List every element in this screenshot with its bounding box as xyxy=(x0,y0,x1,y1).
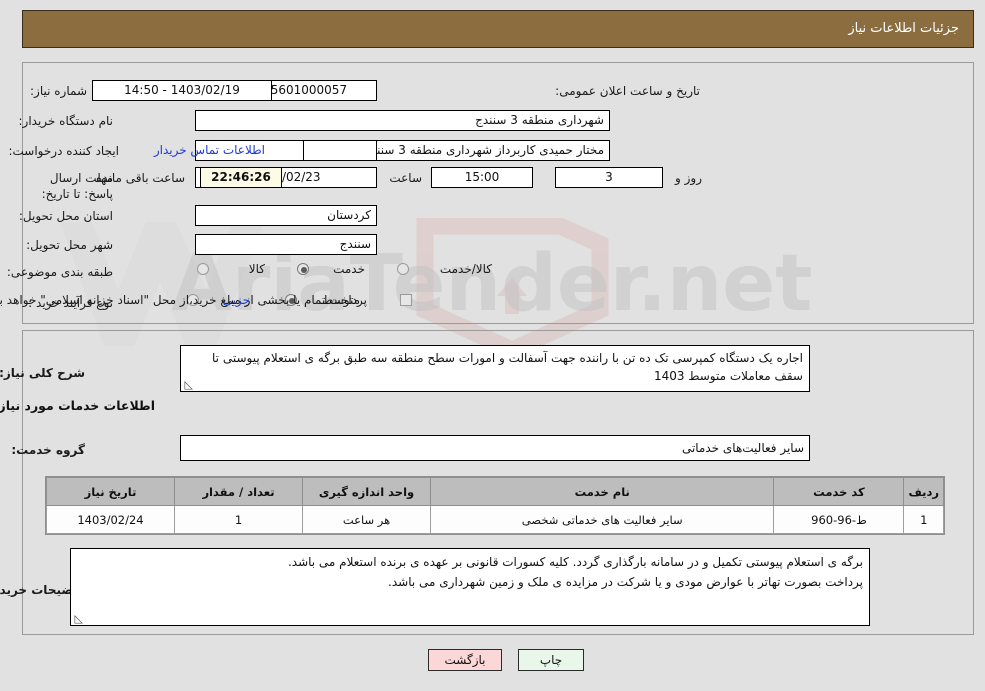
remaining-days-value: 3 xyxy=(555,167,663,188)
hour-label: ساعت xyxy=(389,171,422,185)
need-number-label: شماره نیاز: xyxy=(30,84,87,98)
cell-unit: هر ساعت xyxy=(302,505,431,534)
general-description-text: اجاره یک دستگاه کمپرسی تک ده تن با رانند… xyxy=(212,351,803,383)
resize-grip-icon[interactable]: ◺ xyxy=(183,379,193,390)
days-label: روز و xyxy=(675,171,702,185)
countdown-timer: 22:46:26 xyxy=(200,167,282,188)
buyer-notes-textarea[interactable]: برگه ی استعلام پیوستی تکمیل و در سامانه … xyxy=(70,548,870,626)
col-row-no: ردیف xyxy=(903,477,944,506)
radio-category-goods-service[interactable] xyxy=(397,263,409,275)
service-group-value: سایر فعالیت‌های خدماتی xyxy=(180,435,810,461)
buyer-notes-line-2: پرداخت بصورت تهاتر با عوارض مودی و یا شر… xyxy=(388,575,863,589)
need-info-panel xyxy=(22,62,974,324)
radio-category-goods-service-label: کالا/خدمت xyxy=(439,262,492,276)
remaining-hours-label: ساعت باقی مانده xyxy=(95,171,185,185)
delivery-province-label: استان محل تحویل: xyxy=(18,209,113,223)
cell-name: سایر فعالیت های خدماتی شخصی xyxy=(429,505,775,534)
services-section-title: اطلاعات خدمات مورد نیاز xyxy=(0,398,155,413)
col-quantity: تعداد / مقدار xyxy=(174,477,303,506)
contact-info-box[interactable] xyxy=(303,140,377,161)
deadline-time-value: 15:00 xyxy=(431,167,533,188)
col-name: نام خدمت xyxy=(429,477,775,506)
resize-grip-icon[interactable]: ◺ xyxy=(73,613,83,624)
buyer-notes-line-1: برگه ی استعلام پیوستی تکمیل و در سامانه … xyxy=(287,555,863,569)
page-root: AriaTender.net جزئیات اطلاعات نیاز شماره… xyxy=(0,0,985,691)
services-table-wrapper: ردیف کد خدمت نام خدمت واحد اندازه گیری ت… xyxy=(45,476,945,535)
subject-category-label: طبقه بندی موضوعی: xyxy=(6,265,113,279)
print-button[interactable]: چاپ xyxy=(518,649,584,671)
cell-quantity: 1 xyxy=(174,505,303,534)
table-header-row: ردیف کد خدمت نام خدمت واحد اندازه گیری ت… xyxy=(46,477,944,506)
col-code: کد خدمت xyxy=(773,477,905,506)
cell-row-no: 1 xyxy=(903,505,944,534)
delivery-city-value: سنندج xyxy=(195,234,377,255)
table-row[interactable]: 1 ط-96-960 سایر فعالیت های خدماتی شخصی ه… xyxy=(46,505,944,534)
islamic-treasury-note: پرداخت تمام یا بخشی از مبلغ خرید،از محل … xyxy=(0,293,367,307)
radio-category-service-label: خدمت xyxy=(333,262,365,276)
request-creator-label: ایجاد کننده درخواست: xyxy=(8,144,119,158)
radio-category-service[interactable] xyxy=(297,263,309,275)
page-title: جزئیات اطلاعات نیاز xyxy=(848,21,959,36)
general-description-label: شرح کلی نیاز: xyxy=(0,366,85,380)
service-group-label: گروه خدمت: xyxy=(11,443,85,457)
radio-category-goods-label: کالا xyxy=(248,262,265,276)
window-titlebar: جزئیات اطلاعات نیاز xyxy=(22,10,974,48)
col-unit: واحد اندازه گیری xyxy=(302,477,431,506)
cell-need-date: 1403/02/24 xyxy=(46,505,175,534)
buyer-org-value: شهرداری منطقه 3 سنندج xyxy=(195,110,610,131)
buyer-contact-link[interactable]: اطلاعات تماس خریدار xyxy=(154,143,265,157)
back-button[interactable]: بازگشت xyxy=(428,649,502,671)
delivery-province-value: کردستان xyxy=(195,205,377,226)
delivery-city-label: شهر محل تحویل: xyxy=(26,238,113,252)
buyer-org-label: نام دستگاه خریدار: xyxy=(18,114,114,128)
general-description-textarea[interactable]: اجاره یک دستگاه کمپرسی تک ده تن با رانند… xyxy=(180,345,810,392)
cell-code: ط-96-960 xyxy=(773,505,905,534)
services-table: ردیف کد خدمت نام خدمت واحد اندازه گیری ت… xyxy=(46,477,944,534)
checkbox-islamic-treasury-bonds[interactable] xyxy=(400,294,412,306)
col-need-date: تاریخ نیاز xyxy=(46,477,175,506)
announce-datetime-label: تاریخ و ساعت اعلان عمومی: xyxy=(555,84,700,98)
radio-category-goods[interactable] xyxy=(197,263,209,275)
announce-datetime-value: 1403/02/19 - 14:50 xyxy=(92,80,272,101)
